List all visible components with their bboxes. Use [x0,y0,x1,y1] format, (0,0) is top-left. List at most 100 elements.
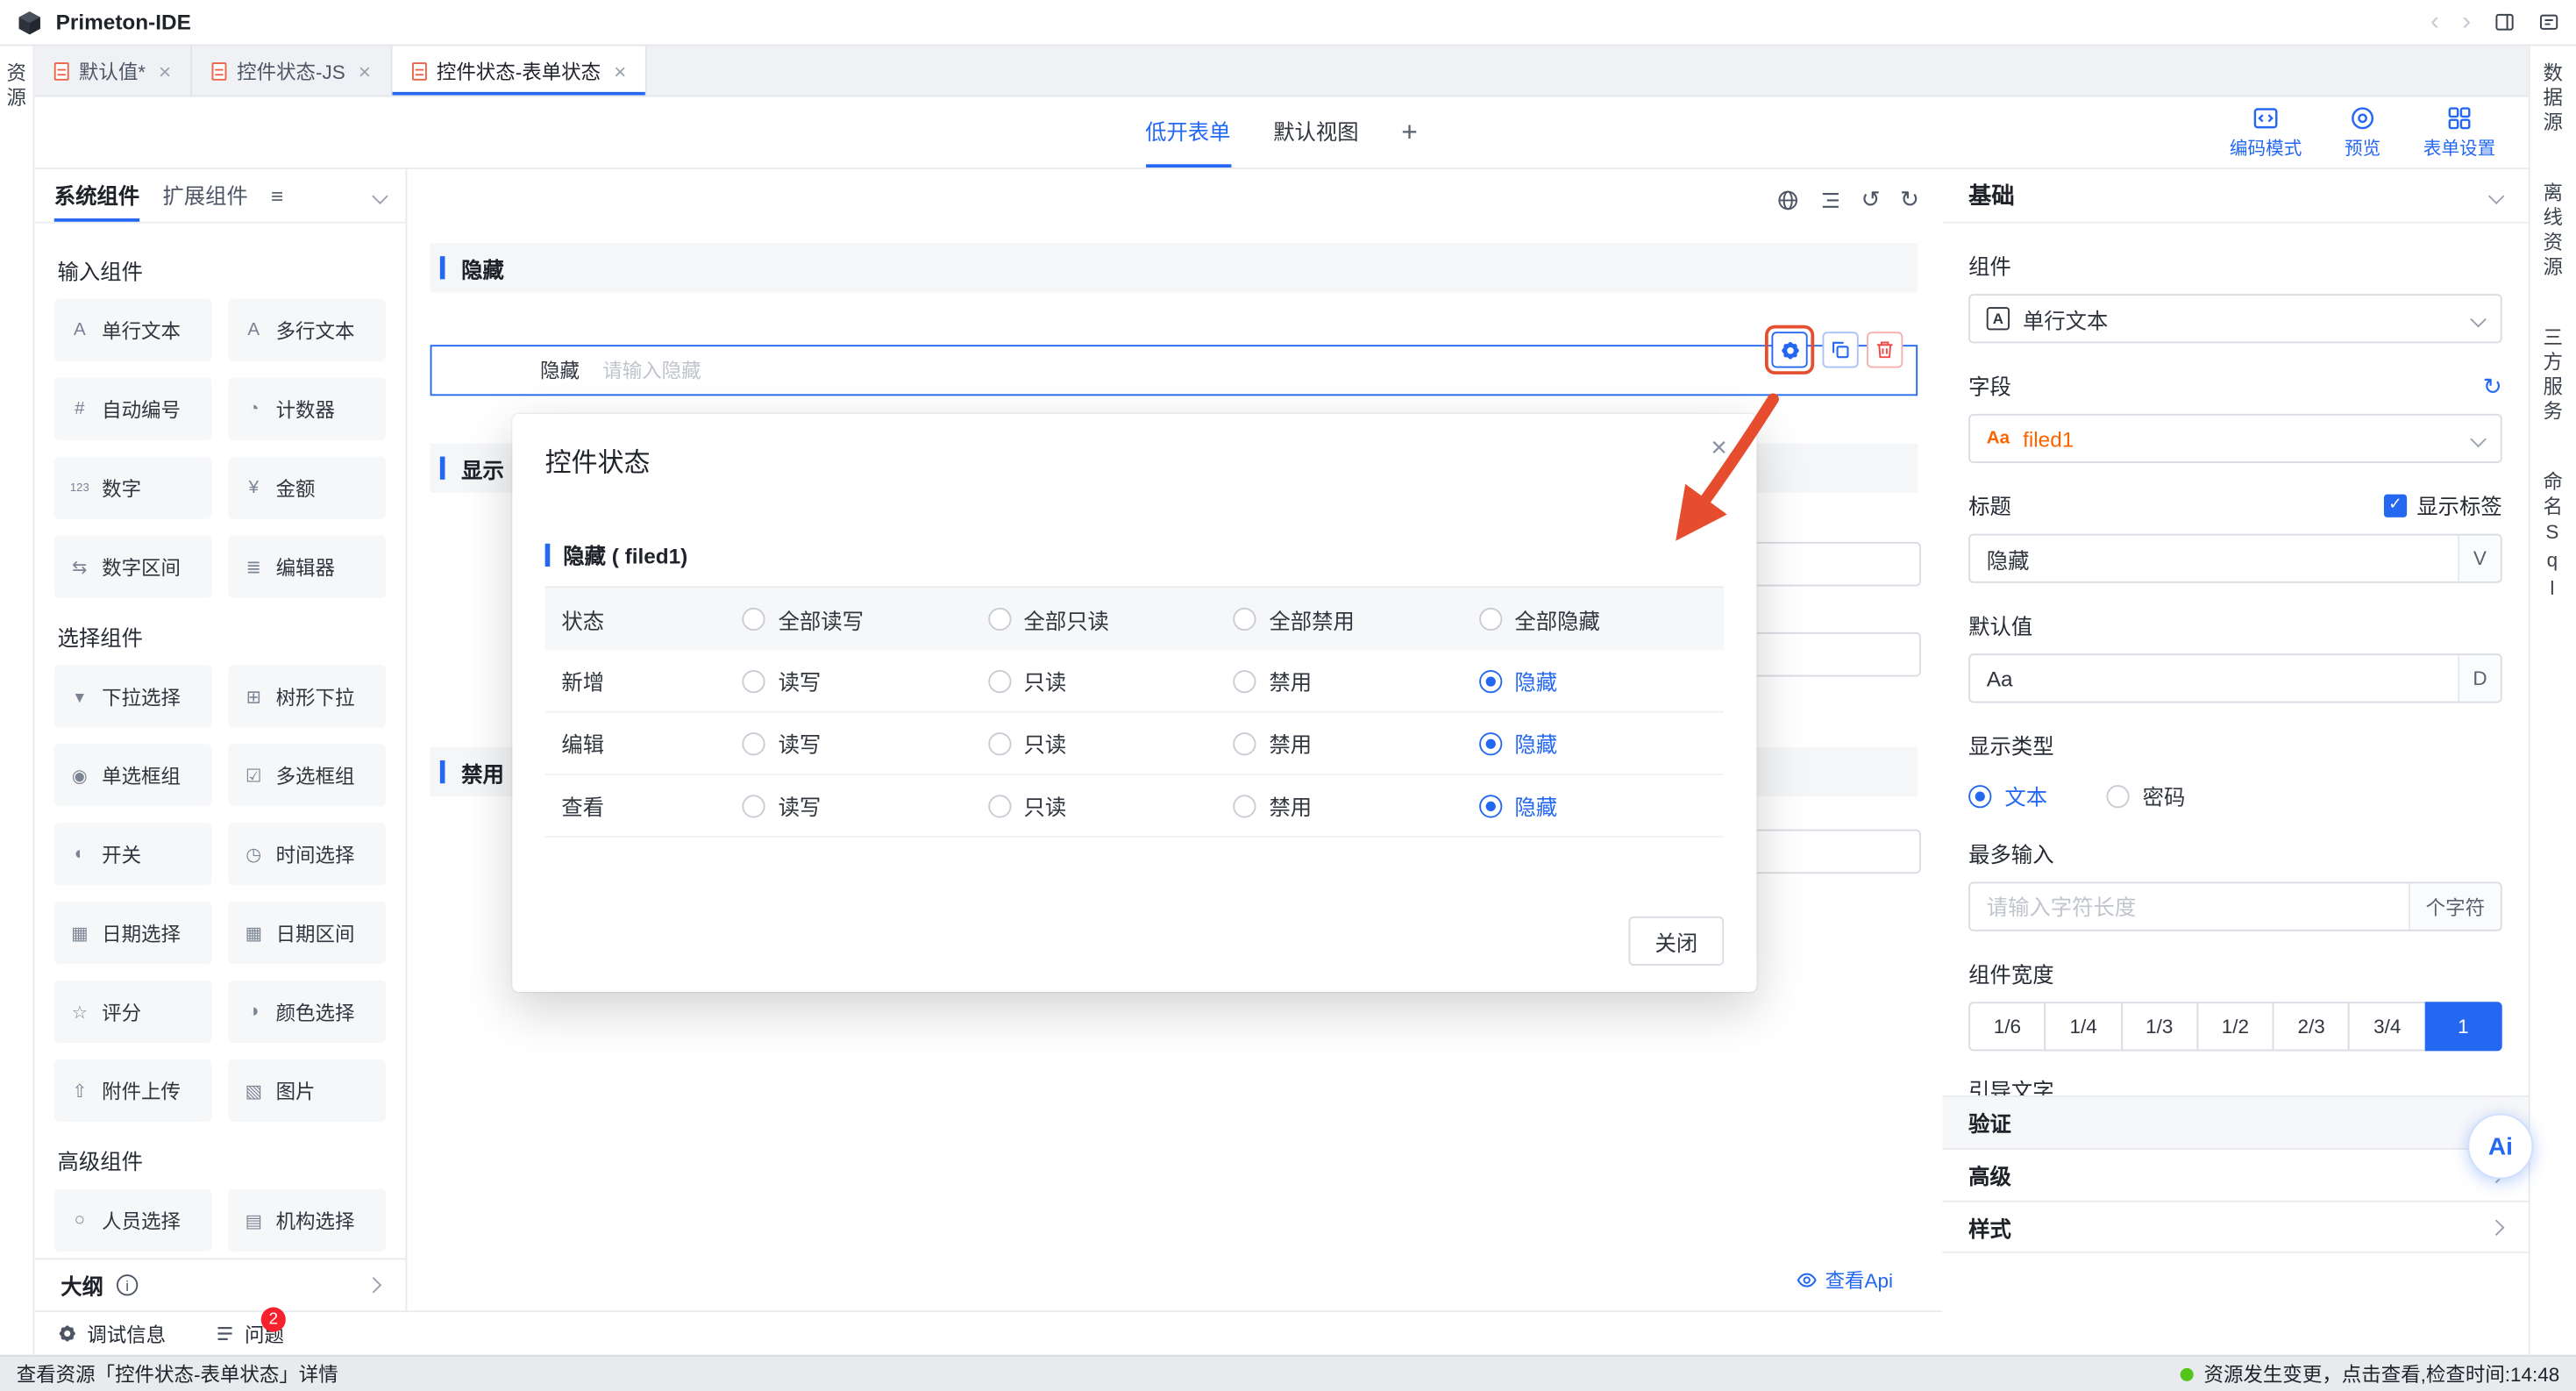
globe-icon[interactable] [1775,188,1798,210]
forward-icon[interactable]: › [2462,9,2471,35]
variable-suffix-button[interactable]: V [2458,535,2501,581]
palette-item[interactable]: A单行文本 [54,299,212,361]
ai-assistant-button[interactable]: Ai [2467,1114,2533,1180]
width-option[interactable]: 1/3 [2120,1002,2198,1051]
close-icon[interactable]: × [359,58,371,82]
problems-button[interactable]: 问题 2 [215,1320,284,1348]
palette-item[interactable]: ¥金额 [228,457,386,519]
field-input[interactable] [602,359,1916,382]
field-select[interactable]: Aa filed1 [1968,414,2502,463]
radio-option-all-disabled[interactable]: 全部禁用 [1233,603,1478,635]
palette-item[interactable]: ◉单选框组 [54,744,212,806]
close-icon[interactable]: × [159,58,171,82]
radio-option-selected[interactable]: 隐藏 [1478,790,1724,822]
outline-bar[interactable]: 大纲 i [34,1258,405,1310]
width-option[interactable]: 1/2 [2196,1002,2274,1051]
debug-info-button[interactable]: 调试信息 [58,1320,167,1348]
field-settings-button[interactable] [1771,332,1807,367]
width-option[interactable]: 1/4 [2045,1002,2123,1051]
inspector-header[interactable]: 基础 [1942,169,2528,224]
radio-option[interactable]: 读写 [742,665,987,696]
section-style[interactable]: 样式 [1942,1201,2528,1253]
default-suffix-button[interactable]: D [2458,655,2501,701]
form-settings-button[interactable]: 表单设置 [2423,105,2495,161]
palette-item[interactable]: ▦日期选择 [54,902,212,964]
radio-option-selected[interactable]: 隐藏 [1478,665,1724,696]
selected-field-row[interactable]: 隐藏 [431,345,1918,396]
palette-item[interactable]: ≣编辑器 [228,535,386,597]
palette-item[interactable]: 123数字 [54,457,212,519]
feedback-icon[interactable] [2538,11,2559,32]
field-delete-button[interactable] [1867,332,1903,367]
section-advanced[interactable]: 高级 [1942,1148,2528,1201]
radio-option-all-hidden[interactable]: 全部隐藏 [1478,603,1724,635]
tab-control-state-form-state[interactable]: 控件状态-表单状态 × [392,46,647,95]
code-mode-button[interactable]: 编码模式 [2230,105,2302,161]
palette-item[interactable]: A多行文本 [228,299,386,361]
back-icon[interactable]: ‹ [2430,9,2439,35]
palette-item[interactable]: ◑颜色选择 [228,981,386,1043]
section-validate[interactable]: 验证 [1942,1095,2528,1148]
palette-item[interactable]: #自动编号 [54,378,212,440]
component-select[interactable]: A 单行文本 [1968,294,2502,343]
title-input[interactable] [1987,546,2444,571]
width-option-selected[interactable]: 1 [2424,1002,2502,1051]
refresh-icon[interactable]: ↻ [2483,374,2502,396]
strip-item-datasource[interactable]: 数据源 [2539,62,2567,136]
list-layout-icon[interactable]: ≡ [271,183,283,208]
tab-default-view[interactable]: 默认视图 [1273,96,1358,168]
radio-option[interactable]: 只读 [987,728,1233,760]
tab-low-code-form[interactable]: 低开表单 [1145,96,1230,168]
radio-option[interactable]: 禁用 [1233,665,1478,696]
palette-item[interactable]: ▦日期区间 [228,902,386,964]
default-value-input[interactable] [1987,666,2444,690]
palette-item[interactable]: ○人员选择 [54,1189,212,1252]
palette-item[interactable]: ⇧附件上传 [54,1059,212,1122]
radio-option[interactable]: 只读 [987,790,1233,822]
radio-option-selected[interactable]: 隐藏 [1478,728,1724,760]
palette-item[interactable]: ◷时间选择 [228,823,386,885]
palette-item[interactable]: ◔计数器 [228,378,386,440]
width-option[interactable]: 3/4 [2348,1002,2426,1051]
add-view-button[interactable]: + [1401,116,1418,148]
palette-item[interactable]: ▤机构选择 [228,1189,386,1252]
preview-button[interactable]: 预览 [2345,105,2380,161]
palette-item[interactable]: ▾下拉选择 [54,665,212,727]
radio-option[interactable]: 只读 [987,665,1233,696]
radio-option-text[interactable]: 文本 [1968,780,2047,811]
strip-item-offline-resources[interactable]: 离线资源 [2539,182,2567,281]
tab-extended-components[interactable]: 扩展组件 [162,169,247,222]
radio-option[interactable]: 读写 [742,728,987,760]
palette-item[interactable]: ◐开关 [54,823,212,885]
palette-item[interactable]: ☆评分 [54,981,212,1043]
palette-item[interactable]: ⊞树形下拉 [228,665,386,727]
close-icon[interactable]: × [1711,432,1727,464]
strip-item-resources[interactable]: 资源 [3,62,31,111]
strip-item-named-sql[interactable]: 命名Sql [2539,471,2567,604]
radio-option[interactable]: 禁用 [1233,728,1478,760]
palette-item[interactable]: ⇆数字区间 [54,535,212,597]
radio-option[interactable]: 禁用 [1233,790,1478,822]
show-label-checkbox[interactable]: ✓ 显示标签 [2384,489,2502,521]
tab-control-state-js[interactable]: 控件状态-JS × [193,46,393,95]
close-icon[interactable]: × [614,58,626,82]
width-option[interactable]: 2/3 [2273,1002,2351,1051]
strip-item-third-party-services[interactable]: 三方服务 [2539,327,2567,425]
form-section-hidden[interactable]: 隐藏 [431,243,1918,292]
radio-option[interactable]: 读写 [742,790,987,822]
palette-item[interactable]: ▧图片 [228,1059,386,1122]
tab-default-value[interactable]: 默认值* × [34,46,192,95]
field-copy-button[interactable] [1823,332,1859,367]
radio-option-all-readwrite[interactable]: 全部读写 [742,603,987,635]
layout-icon[interactable] [2494,11,2515,32]
outline-tree-icon[interactable] [1818,188,1841,210]
view-api-link[interactable]: 查看Api [1796,1266,1893,1295]
chevron-down-icon[interactable] [372,188,388,204]
status-right[interactable]: 资源发生变更，点击查看,检查时间:14:48 [2181,1359,2559,1387]
width-option[interactable]: 1/6 [1968,1002,2046,1051]
radio-option-password[interactable]: 密码 [2106,780,2185,811]
redo-icon[interactable]: ↻ [1900,186,1919,214]
modal-close-button[interactable]: 关闭 [1629,917,1725,966]
radio-option-all-readonly[interactable]: 全部只读 [987,603,1233,635]
tab-system-components[interactable]: 系统组件 [54,169,139,222]
